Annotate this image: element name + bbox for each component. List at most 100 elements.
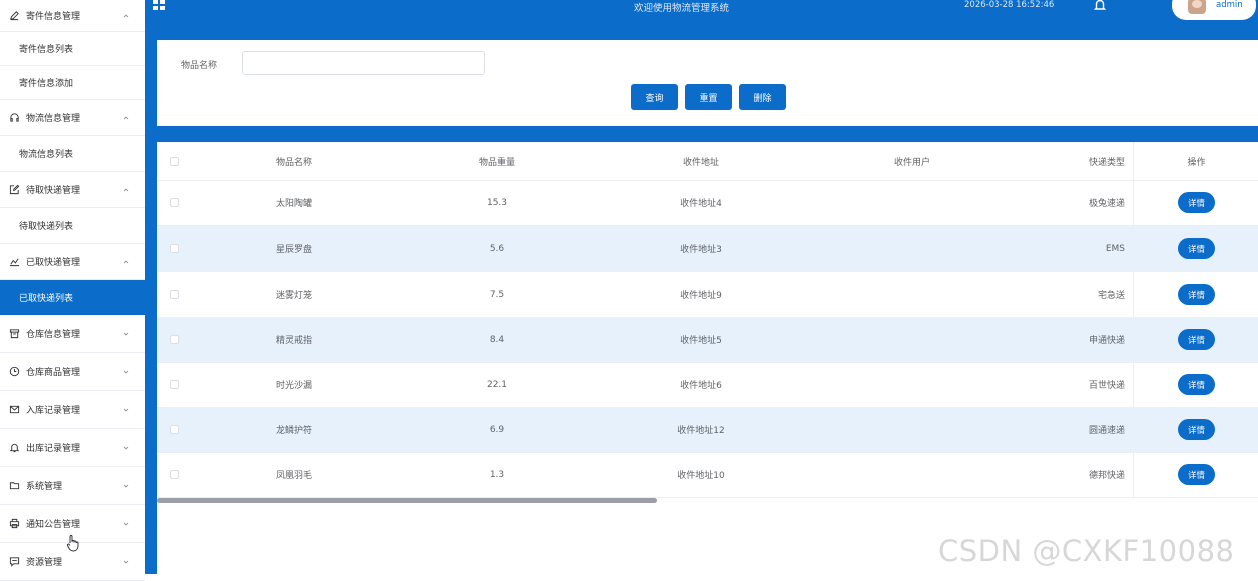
bell-icon (8, 442, 20, 454)
sidebar-item-outbound-records[interactable]: 出库记录管理 (0, 429, 145, 467)
sidebar-item-sender-info[interactable]: 寄件信息管理 (0, 0, 145, 32)
headphones-icon (8, 112, 20, 124)
row-checkbox[interactable] (167, 362, 181, 407)
content-background (145, 0, 157, 574)
user-menu[interactable]: admin (1172, 0, 1256, 20)
search-panel: 物品名称 查询 重置 删除 (157, 40, 1258, 126)
address-cell: 收件地址12 (677, 426, 725, 436)
user-cell (859, 317, 965, 362)
select-all-checkbox[interactable] (167, 142, 181, 180)
sidebar-item-label: 仓库商品管理 (26, 368, 81, 378)
chevron-down-icon (123, 446, 129, 450)
action-cell: 详情 (1133, 180, 1258, 225)
sidebar-item-label: 系统管理 (26, 482, 63, 492)
sidebar-item-label: 寄件信息管理 (26, 12, 81, 22)
reset-button[interactable]: 重置 (685, 84, 732, 110)
sidebar-item-label: 待取快递管理 (26, 186, 81, 196)
row-checkbox[interactable] (167, 272, 181, 317)
chat-icon (8, 556, 20, 568)
sidebar: 寄件信息管理 寄件信息列表 寄件信息添加 物流信息管理 物流信息列表 待取快递管… (0, 0, 146, 581)
courier-type-cell: 德邦快递 (1088, 471, 1125, 481)
item-name-label: 物品名称 (181, 61, 218, 71)
item-weight-cell: 5.6 (489, 243, 505, 254)
table-row: 精灵戒指 8.4 收件地址5 申通快递 详情 (157, 317, 1258, 363)
item-weight-cell: 1.3 (489, 469, 505, 480)
chevron-down-icon (123, 332, 129, 336)
table-row: 星辰罗盘 5.6 收件地址3 EMS 详情 (157, 226, 1258, 272)
column-header: 操作 (1133, 142, 1258, 180)
table-row: 太阳陶罐 15.3 收件地址4 极兔速递 详情 (157, 180, 1258, 226)
address-cell: 收件地址10 (677, 471, 725, 481)
action-cell: 详情 (1133, 272, 1258, 317)
row-checkbox[interactable] (167, 317, 181, 362)
row-checkbox[interactable] (167, 180, 181, 225)
item-name-cell: 星辰罗盘 (276, 245, 313, 255)
sidebar-item-label: 已取快递列表 (19, 293, 74, 304)
chevron-down-icon (123, 560, 129, 564)
detail-button[interactable]: 详情 (1178, 284, 1215, 305)
column-header: 收件地址 (682, 157, 719, 168)
address-cell: 收件地址5 (680, 336, 722, 346)
bell-icon[interactable] (1094, 0, 1106, 10)
user-cell (859, 226, 965, 271)
user-cell (859, 180, 965, 225)
sidebar-item-picked-list[interactable]: 已取快递列表 (0, 280, 145, 315)
item-weight-cell: 8.4 (489, 334, 505, 345)
sidebar-item-label: 待取快递列表 (19, 222, 74, 232)
sidebar-item-label: 出库记录管理 (26, 444, 81, 454)
sidebar-item-inbound-records[interactable]: 入库记录管理 (0, 391, 145, 429)
query-button[interactable]: 查询 (631, 84, 678, 110)
chevron-down-icon (123, 408, 129, 412)
menu-grid-icon[interactable] (153, 0, 165, 10)
top-header: 欢迎使用物流管理系统 2026-03-28 16:52:46 admin (146, 0, 1258, 40)
chevron-up-icon (123, 13, 129, 17)
edit-box-icon (8, 184, 20, 196)
column-header: 快递类型 (1088, 157, 1125, 168)
table-row: 迷雾灯笼 7.5 收件地址9 宅急送 详情 (157, 272, 1258, 318)
courier-type-cell: 宅急送 (1097, 291, 1125, 301)
username: admin (1216, 0, 1243, 10)
courier-type-cell: 圆通速递 (1088, 426, 1125, 436)
sidebar-item-sender-add[interactable]: 寄件信息添加 (0, 66, 145, 100)
row-checkbox[interactable] (167, 226, 181, 271)
watermark: CSDN @CXKF10088 (938, 534, 1235, 568)
item-name-cell: 太阳陶罐 (276, 199, 313, 209)
sidebar-item-warehouse-goods[interactable]: 仓库商品管理 (0, 353, 145, 391)
item-name-cell: 龙鳞护符 (276, 426, 313, 436)
sidebar-item-pending-pickup[interactable]: 待取快递管理 (0, 172, 145, 208)
sidebar-item-label: 资源管理 (26, 558, 63, 568)
chevron-down-icon (123, 522, 129, 526)
column-header: 物品重量 (478, 157, 515, 168)
sidebar-item-logistics-list[interactable]: 物流信息列表 (0, 136, 145, 172)
sidebar-item-sender-list[interactable]: 寄件信息列表 (0, 32, 145, 66)
row-checkbox[interactable] (167, 452, 181, 497)
detail-button[interactable]: 详情 (1178, 329, 1215, 350)
clock-icon (8, 366, 20, 378)
sidebar-item-label: 已取快递管理 (26, 258, 81, 268)
detail-button[interactable]: 详情 (1178, 419, 1215, 440)
delete-button[interactable]: 删除 (739, 84, 786, 110)
sidebar-item-warehouse-info[interactable]: 仓库信息管理 (0, 315, 145, 353)
column-header: 收件用户 (893, 157, 930, 168)
item-name-cell: 精灵戒指 (276, 336, 313, 346)
action-cell: 详情 (1133, 452, 1258, 497)
horizontal-scrollbar[interactable] (157, 498, 657, 503)
sidebar-item-label: 仓库信息管理 (26, 330, 81, 340)
courier-type-cell: 极兔速递 (1088, 199, 1125, 209)
detail-button[interactable]: 详情 (1178, 192, 1215, 213)
detail-button[interactable]: 详情 (1178, 464, 1215, 485)
item-weight-cell: 7.5 (489, 289, 505, 300)
user-cell (859, 407, 965, 452)
item-name-input[interactable] (242, 51, 485, 75)
sidebar-item-picked-up[interactable]: 已取快递管理 (0, 244, 145, 280)
sidebar-item-pending-list[interactable]: 待取快递列表 (0, 208, 145, 244)
panel-divider (157, 126, 1258, 142)
detail-button[interactable]: 详情 (1178, 374, 1215, 395)
sidebar-item-logistics-info[interactable]: 物流信息管理 (0, 100, 145, 136)
item-weight-cell: 6.9 (489, 424, 505, 435)
action-cell: 详情 (1133, 317, 1258, 362)
action-cell: 详情 (1133, 226, 1258, 271)
sidebar-item-system[interactable]: 系统管理 (0, 467, 145, 505)
row-checkbox[interactable] (167, 407, 181, 452)
detail-button[interactable]: 详情 (1178, 238, 1215, 259)
